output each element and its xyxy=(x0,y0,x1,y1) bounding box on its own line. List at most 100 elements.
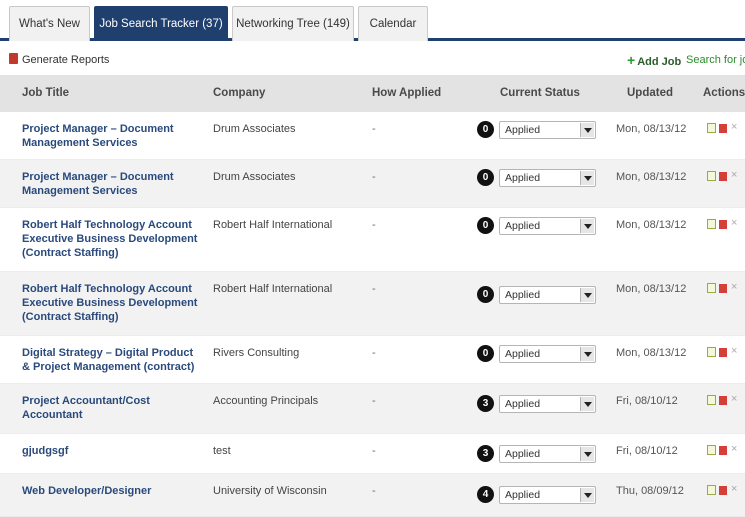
edit-icon[interactable] xyxy=(707,347,716,357)
job-title-link[interactable]: Project Manager – Document Management Se… xyxy=(22,170,202,198)
company-name: Robert Half International xyxy=(213,283,333,295)
job-title-link[interactable]: Web Developer/Designer xyxy=(22,484,202,498)
status-select[interactable]: Applied xyxy=(499,286,596,304)
job-table-body: Project Manager – Document Management Se… xyxy=(0,112,745,517)
tab-networking-tree[interactable]: Networking Tree (149) xyxy=(232,6,354,41)
status-count-badge: 0 xyxy=(477,345,494,362)
dropdown-caret-icon xyxy=(580,488,594,502)
close-icon[interactable]: × xyxy=(731,217,737,229)
table-row: Project Manager – Document Management Se… xyxy=(0,160,745,208)
job-title-link[interactable]: Project Manager – Document Management Se… xyxy=(22,122,202,150)
status-count-badge: 0 xyxy=(477,286,494,303)
close-icon[interactable]: × xyxy=(731,281,737,293)
close-icon[interactable]: × xyxy=(731,483,737,495)
status-count-badge: 0 xyxy=(477,217,494,234)
status-select[interactable]: Applied xyxy=(499,486,596,504)
updated-date: Mon, 08/13/12 xyxy=(616,219,687,231)
status-select[interactable]: Applied xyxy=(499,217,596,235)
tab-whats-new[interactable]: What's New xyxy=(9,6,90,41)
pdf-icon xyxy=(9,53,18,64)
dropdown-caret-icon xyxy=(580,123,594,137)
delete-icon[interactable] xyxy=(719,446,727,455)
how-applied-value: - xyxy=(372,445,376,457)
updated-date: Mon, 08/13/12 xyxy=(616,347,687,359)
status-select[interactable]: Applied xyxy=(499,121,596,139)
updated-date: Mon, 08/13/12 xyxy=(616,283,687,295)
job-title-link[interactable]: Robert Half Technology Account Executive… xyxy=(22,282,202,324)
status-count-badge: 3 xyxy=(477,395,494,412)
how-applied-value: - xyxy=(372,171,376,183)
delete-icon[interactable] xyxy=(719,396,727,405)
delete-icon[interactable] xyxy=(719,486,727,495)
column-header-current-status[interactable]: Current Status xyxy=(500,75,580,112)
tab-calendar[interactable]: Calendar xyxy=(358,6,428,41)
column-header-updated[interactable]: Updated xyxy=(627,75,673,112)
edit-icon[interactable] xyxy=(707,395,716,405)
status-count-badge: 0 xyxy=(477,121,494,138)
dropdown-caret-icon xyxy=(580,347,594,361)
search-jobs-link[interactable]: Search for job xyxy=(686,53,745,67)
table-row: Robert Half Technology Account Executive… xyxy=(0,272,745,336)
table-row: Project Accountant/Cost Accountant Accou… xyxy=(0,384,745,434)
close-icon[interactable]: × xyxy=(731,345,737,357)
table-row: Project Manager – Document Management Se… xyxy=(0,112,745,160)
how-applied-value: - xyxy=(372,395,376,407)
plus-icon: + xyxy=(627,52,636,68)
close-icon[interactable]: × xyxy=(731,393,737,405)
delete-icon[interactable] xyxy=(719,284,727,293)
close-icon[interactable]: × xyxy=(731,121,737,133)
generate-reports-label: Generate Reports xyxy=(22,54,110,66)
status-select[interactable]: Applied xyxy=(499,169,596,187)
edit-icon[interactable] xyxy=(707,283,716,293)
company-name: Robert Half International xyxy=(213,219,333,231)
close-icon[interactable]: × xyxy=(731,443,737,455)
company-name: University of Wisconsin xyxy=(213,485,327,497)
status-select[interactable]: Applied xyxy=(499,345,596,363)
edit-icon[interactable] xyxy=(707,171,716,181)
edit-icon[interactable] xyxy=(707,219,716,229)
table-row: Robert Half Technology Account Executive… xyxy=(0,208,745,272)
status-select-value: Applied xyxy=(505,124,541,136)
updated-date: Fri, 08/10/12 xyxy=(616,395,678,407)
status-select[interactable]: Applied xyxy=(499,445,596,463)
job-title-link[interactable]: Project Accountant/Cost Accountant xyxy=(22,394,202,422)
dropdown-caret-icon xyxy=(580,171,594,185)
status-select-value: Applied xyxy=(505,172,541,184)
generate-reports-link[interactable]: Generate Reports xyxy=(9,53,109,67)
edit-icon[interactable] xyxy=(707,485,716,495)
close-icon[interactable]: × xyxy=(731,169,737,181)
tab-bar: What's New Job Search Tracker (37) Netwo… xyxy=(0,0,745,41)
job-title-link[interactable]: Digital Strategy – Digital Product & Pro… xyxy=(22,346,202,374)
company-name: test xyxy=(213,445,231,457)
table-row: gjudgsgf test - 3 Applied Fri, 08/10/12 … xyxy=(0,434,745,474)
status-select-value: Applied xyxy=(505,289,541,301)
delete-icon[interactable] xyxy=(719,172,727,181)
delete-icon[interactable] xyxy=(719,124,727,133)
column-header-actions: Actions xyxy=(703,87,745,99)
edit-icon[interactable] xyxy=(707,445,716,455)
dropdown-caret-icon xyxy=(580,288,594,302)
action-toolbar: Generate Reports +Add Job Search for job xyxy=(0,44,745,75)
column-header-job-title[interactable]: Job Title xyxy=(22,75,69,112)
updated-date: Mon, 08/13/12 xyxy=(616,123,687,135)
delete-icon[interactable] xyxy=(719,348,727,357)
status-select-value: Applied xyxy=(505,489,541,501)
updated-date: Fri, 08/10/12 xyxy=(616,445,678,457)
how-applied-value: - xyxy=(372,283,376,295)
company-name: Drum Associates xyxy=(213,123,296,135)
status-select[interactable]: Applied xyxy=(499,395,596,413)
column-header-how-applied[interactable]: How Applied xyxy=(372,75,441,112)
dropdown-caret-icon xyxy=(580,397,594,411)
job-title-link[interactable]: Robert Half Technology Account Executive… xyxy=(22,218,202,260)
how-applied-value: - xyxy=(372,219,376,231)
tab-job-search-tracker[interactable]: Job Search Tracker (37) xyxy=(94,6,228,41)
add-job-button[interactable]: + Add Job xyxy=(627,53,681,69)
column-header-company[interactable]: Company xyxy=(213,75,265,112)
status-select-value: Applied xyxy=(505,398,541,410)
edit-icon[interactable] xyxy=(707,123,716,133)
company-name: Rivers Consulting xyxy=(213,347,300,359)
job-title-link[interactable]: gjudgsgf xyxy=(22,444,202,458)
add-job-label: Add Job xyxy=(637,56,682,68)
delete-icon[interactable] xyxy=(719,220,727,229)
company-name: Accounting Principals xyxy=(213,395,319,407)
